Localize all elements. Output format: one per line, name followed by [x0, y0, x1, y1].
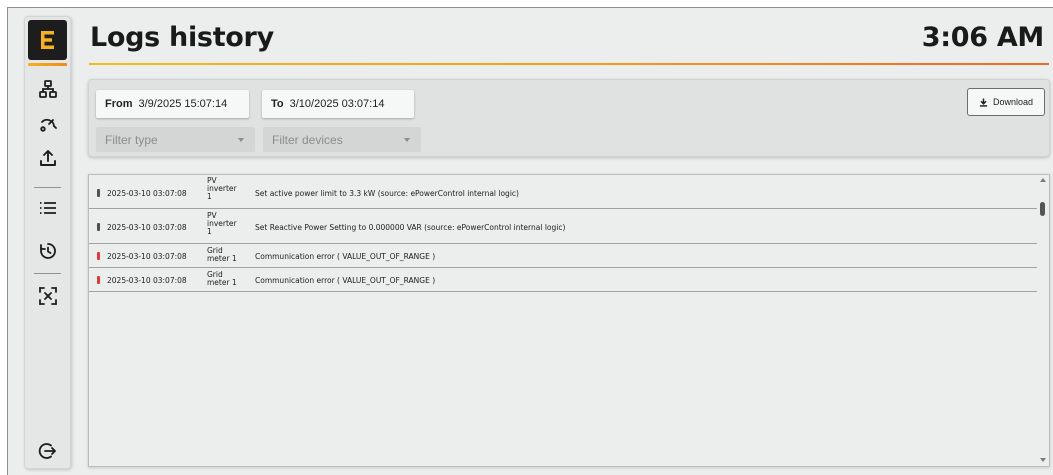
log-row[interactable]: 2025-03-10 03:07:08 PV inverter 1 Set ac…: [89, 175, 1037, 209]
header-accent-line: [89, 63, 1049, 65]
log-timestamp: 2025-03-10 03:07:08: [107, 276, 187, 285]
page-title: Logs history: [90, 22, 274, 53]
download-button[interactable]: Download: [967, 88, 1045, 116]
log-row[interactable]: 2025-03-10 03:07:08 PV inverter 1 Set Re…: [89, 210, 1037, 244]
nav-logout[interactable]: [25, 437, 70, 465]
nav-logs-list[interactable]: [25, 194, 70, 222]
nav-upload[interactable]: [25, 144, 70, 172]
sidebar-divider: [34, 273, 61, 274]
topology-icon: [38, 80, 57, 98]
chevron-down-icon: [238, 138, 244, 142]
scan-icon: [38, 287, 57, 305]
log-level-marker: [97, 189, 100, 197]
upload-icon: [39, 150, 56, 166]
to-date-field[interactable]: To 3/10/2025 03:07:14: [262, 90, 414, 118]
from-value: 3/9/2025 15:07:14: [138, 98, 228, 110]
history-icon: [39, 243, 56, 259]
nav-topology[interactable]: [25, 75, 70, 103]
nav-history[interactable]: [25, 237, 70, 265]
log-device: Grid meter 1: [207, 246, 237, 264]
log-level-marker: [97, 223, 100, 231]
log-message: Set active power limit to 3.3 kW (source…: [255, 189, 519, 198]
log-timestamp: 2025-03-10 03:07:08: [107, 189, 187, 198]
log-device: PV inverter 1: [207, 211, 237, 237]
gauge-icon: [39, 118, 57, 132]
logs-list: 2025-03-10 03:07:08 PV inverter 1 Set ac…: [88, 174, 1050, 467]
from-label: From: [105, 98, 133, 110]
list-icon: [39, 202, 56, 214]
filter-type-placeholder: Filter type: [105, 132, 158, 147]
log-row[interactable]: 2025-03-10 03:07:08 Grid meter 1 Communi…: [89, 245, 1037, 268]
filter-devices-placeholder: Filter devices: [272, 132, 343, 147]
download-icon: [979, 97, 988, 107]
scroll-down-arrow-icon[interactable]: [1040, 458, 1046, 462]
clock: 3:06 AM: [921, 22, 1045, 53]
log-message: Communication error ( VALUE_OUT_OF_RANGE…: [255, 276, 436, 285]
sidebar: [24, 16, 71, 469]
log-timestamp: 2025-03-10 03:07:08: [107, 252, 187, 261]
download-label: Download: [992, 97, 1034, 107]
nav-scan[interactable]: [25, 282, 70, 310]
log-device: PV inverter 1: [207, 176, 237, 202]
filter-panel: From 3/9/2025 15:07:14 To 3/10/2025 03:0…: [88, 79, 1050, 157]
logo-accent-bar: [28, 63, 67, 66]
log-level-marker: [97, 252, 100, 260]
log-row[interactable]: 2025-03-10 03:07:08 Grid meter 1 Communi…: [89, 269, 1037, 292]
log-device: Grid meter 1: [207, 270, 237, 288]
to-label: To: [271, 98, 284, 110]
log-level-marker: [97, 276, 100, 284]
scroll-up-arrow-icon[interactable]: [1040, 178, 1046, 182]
log-message: Communication error ( VALUE_OUT_OF_RANGE…: [255, 252, 436, 261]
from-date-field[interactable]: From 3/9/2025 15:07:14: [96, 90, 249, 118]
filter-type-select[interactable]: Filter type: [96, 127, 255, 152]
scrollbar-thumb[interactable]: [1040, 202, 1045, 216]
logs-scrollbar[interactable]: [1037, 175, 1049, 466]
log-timestamp: 2025-03-10 03:07:08: [107, 223, 187, 232]
logout-icon: [38, 443, 56, 459]
app-logo[interactable]: [28, 20, 67, 60]
nav-gauge[interactable]: [25, 109, 70, 137]
chevron-down-icon: [404, 138, 410, 142]
log-message: Set Reactive Power Setting to 0.000000 V…: [255, 223, 566, 232]
filter-devices-select[interactable]: Filter devices: [263, 127, 421, 152]
sidebar-divider: [34, 187, 61, 188]
to-value: 3/10/2025 03:07:14: [289, 98, 385, 110]
